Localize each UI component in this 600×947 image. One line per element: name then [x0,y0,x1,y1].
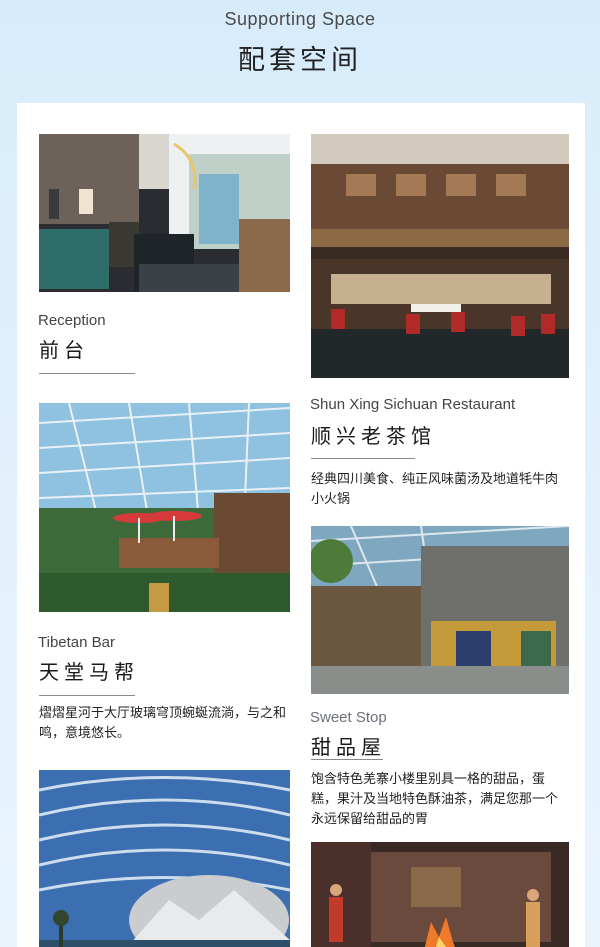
item-label-en: Sweet Stop [310,709,387,726]
divider-line [311,458,415,459]
tibetan-bar-photo[interactable] [39,403,290,612]
item-description: 熠熠星河于大厅玻璃穹顶蜿蜒流淌，与之和鸣，意境悠长。 [39,706,287,741]
sichuan-restaurant-photo[interactable] [311,134,569,378]
divider-line [39,373,135,374]
item-description: 饱含特色羌寨小楼里别具一格的甜品，蛋糕，果汁及当地特色酥油茶，满足您那一个永远保… [311,772,559,827]
item-label-zh: 前台 [39,338,89,362]
sweet-stop-photo[interactable] [311,526,569,694]
item-label-zh: 天堂马帮 [39,660,139,684]
item-label-zh: 顺兴老茶馆 [311,424,436,448]
divider-line [311,759,383,760]
item-label-en: Shun Xing Sichuan Restaurant [310,396,516,413]
item-description: 经典四川美食、纯正风味菌汤及地道牦牛肉小火锅 [311,472,559,507]
header-title-en: Supporting Space [224,9,376,29]
header-title-zh: 配套空间 [238,45,362,76]
glass-dome-photo[interactable] [39,770,290,947]
reception-photo[interactable] [39,134,290,292]
item-label-zh: 甜品屋 [311,735,386,759]
tibetan-performance-photo[interactable] [311,842,569,947]
divider-line [39,695,135,696]
item-label-en: Reception [38,312,106,329]
facilities-card: Reception 前台 Tibetan Bar 天堂马帮 熠熠星河于大厅玻璃穹… [17,103,585,947]
item-label-en: Tibetan Bar [38,634,115,651]
page-header: Supporting Space 配套空间 [0,0,600,100]
